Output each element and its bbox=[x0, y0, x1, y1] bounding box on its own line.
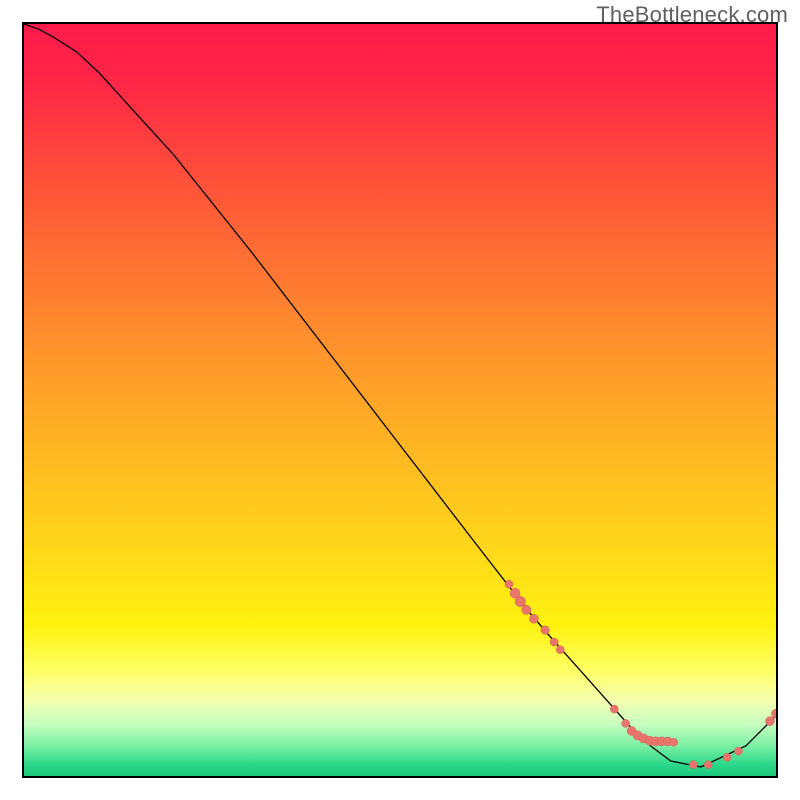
chart-svg bbox=[24, 24, 776, 776]
data-point bbox=[670, 738, 678, 746]
data-point bbox=[766, 717, 775, 726]
data-point bbox=[689, 761, 697, 769]
data-point bbox=[556, 646, 564, 654]
data-point bbox=[529, 614, 538, 623]
data-point bbox=[515, 596, 525, 606]
watermark-text: TheBottleneck.com bbox=[596, 2, 788, 28]
data-point bbox=[723, 753, 731, 761]
data-point bbox=[704, 761, 712, 769]
data-point bbox=[622, 719, 630, 727]
data-point bbox=[550, 638, 558, 646]
data-point bbox=[505, 580, 513, 588]
plot-area bbox=[22, 22, 778, 778]
data-point bbox=[541, 626, 549, 634]
data-point bbox=[734, 747, 742, 755]
background-gradient bbox=[24, 24, 776, 776]
data-point bbox=[522, 605, 531, 614]
data-point bbox=[610, 705, 618, 713]
chart-container: TheBottleneck.com bbox=[0, 0, 800, 800]
